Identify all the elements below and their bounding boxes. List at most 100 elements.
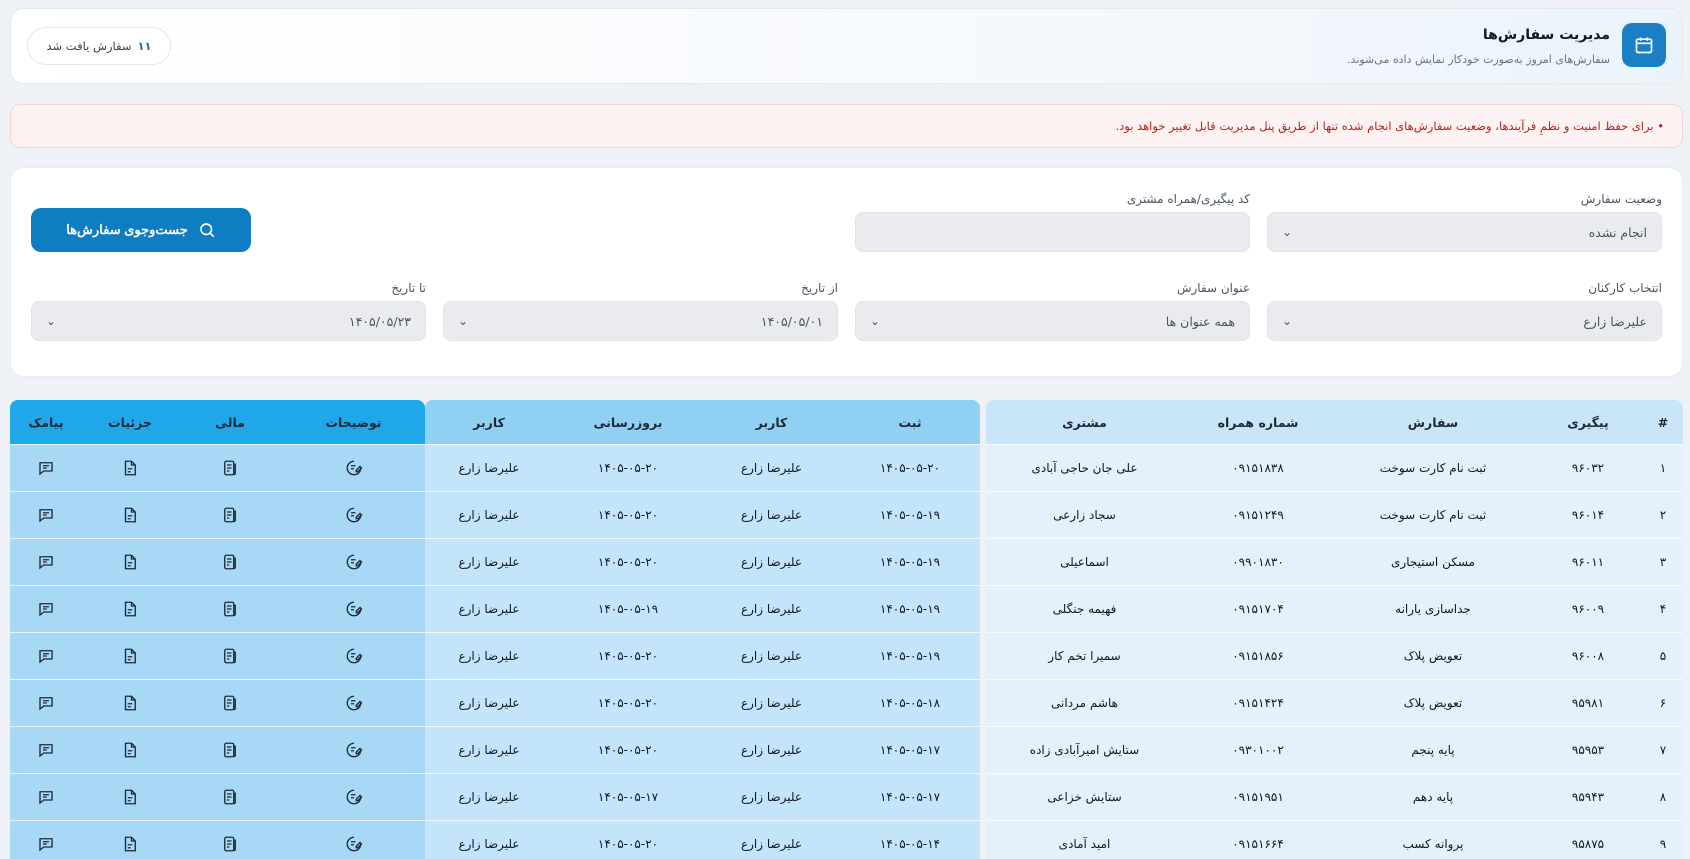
table-row: ۵ ۹۶۰۰۸ تعویض پلاک ۰۹۱۵۱۸۵۶ سمیرا تخم کار <box>986 632 1683 679</box>
receipt-icon[interactable] <box>219 551 241 573</box>
cell-action-finance <box>178 692 282 715</box>
from-date-select[interactable]: ۱۴۰۵/۰۵/۰۱ ⌄ <box>443 301 838 341</box>
col-header-customer: مشتری <box>1062 414 1107 430</box>
cell-user: علیرضا زارع <box>740 555 803 569</box>
table-row: ۱۴۰۵-۰۵-۱۹ علیرضا زارع ۱۴۰۵-۰۵-۲۰ علیرضا زا… <box>425 538 980 585</box>
message-icon[interactable] <box>35 457 57 479</box>
table-row-actions <box>10 773 425 820</box>
orders-table: # پیگیری سفارش شماره همراه مشتری ۱ ۹۶۰۳۲ ث… <box>10 400 1683 859</box>
document-icon[interactable] <box>119 598 141 620</box>
tracking-input[interactable] <box>855 212 1250 252</box>
note-edit-icon[interactable] <box>343 457 365 479</box>
cell-user2: علیرضا زارع <box>458 837 520 851</box>
col-header-user2: کاربر <box>473 414 505 430</box>
result-count-number: ۱۱ <box>137 39 152 53</box>
document-icon[interactable] <box>119 786 141 808</box>
table-row-actions <box>10 538 425 585</box>
staff-select[interactable]: علیرضا زارع ⌄ <box>1267 301 1662 341</box>
receipt-icon[interactable] <box>219 457 241 479</box>
document-icon[interactable] <box>119 692 141 714</box>
cell-order: مسکن استیجاری <box>1391 555 1475 569</box>
table-row: ۶ ۹۵۹۸۱ تعویض پلاک ۰۹۱۵۱۴۲۴ هاشم مردانی <box>986 679 1683 726</box>
receipt-icon[interactable] <box>219 598 241 620</box>
document-icon[interactable] <box>119 504 141 526</box>
table-row-actions <box>10 444 425 491</box>
cell-action-sms <box>10 551 82 574</box>
document-icon[interactable] <box>119 457 141 479</box>
message-icon[interactable] <box>35 739 57 761</box>
cell-user2: علیرضا زارع <box>458 602 520 616</box>
document-icon[interactable] <box>119 551 141 573</box>
cell-phone: ۰۹۱۵۱۴۲۴ <box>1232 696 1284 710</box>
cell-action-details <box>82 598 178 621</box>
receipt-icon[interactable] <box>219 786 241 808</box>
cell-action-finance <box>178 833 282 856</box>
table-row-actions <box>10 632 425 679</box>
note-edit-icon[interactable] <box>343 786 365 808</box>
receipt-icon[interactable] <box>219 739 241 761</box>
receipt-icon[interactable] <box>219 645 241 667</box>
message-icon[interactable] <box>35 786 57 808</box>
note-edit-icon[interactable] <box>343 551 365 573</box>
cell-updated: ۱۴۰۵-۰۵-۲۰ <box>597 461 659 475</box>
to-date-select[interactable]: ۱۴۰۵/۰۵/۲۳ ⌄ <box>31 301 426 341</box>
order-title-select-value: همه عنوان ها <box>1165 313 1235 329</box>
cell-action-finance <box>178 504 282 527</box>
cell-action-finance <box>178 645 282 668</box>
table-row: ۱ ۹۶۰۳۲ ثبت نام کارت سوخت ۰۹۱۵۱۸۳۸ علی جان ح… <box>986 444 1683 491</box>
cell-action-sms <box>10 645 82 668</box>
cell-user: علیرضا زارع <box>740 602 803 616</box>
table-header-main: # پیگیری سفارش شماره همراه مشتری <box>986 400 1683 444</box>
order-title-label: عنوان سفارش <box>1176 281 1250 295</box>
col-header-registered: ثبت <box>898 414 922 430</box>
note-edit-icon[interactable] <box>343 645 365 667</box>
document-icon[interactable] <box>119 739 141 761</box>
document-icon[interactable] <box>119 645 141 667</box>
note-edit-icon[interactable] <box>343 504 365 526</box>
order-title-select[interactable]: همه عنوان ها ⌄ <box>855 301 1250 341</box>
cell-action-sms <box>10 786 82 809</box>
message-icon[interactable] <box>35 692 57 714</box>
cell-action-details <box>82 645 178 668</box>
col-header-notes: توضیحات <box>325 414 382 430</box>
to-date-value: ۱۴۰۵/۰۵/۲۳ <box>348 313 411 329</box>
note-edit-icon[interactable] <box>343 598 365 620</box>
cell-action-finance <box>178 457 282 480</box>
search-icon <box>199 223 215 238</box>
note-edit-icon[interactable] <box>343 739 365 761</box>
cell-action-notes <box>282 645 425 668</box>
table-row: ۴ ۹۶۰۰۹ جداسازی یارانه ۰۹۱۵۱۷۰۴ فهیمه جنگلی <box>986 585 1683 632</box>
status-select[interactable]: انجام نشده ⌄ <box>1267 212 1662 252</box>
tracking-label: کد پیگیری/همراه مشتری <box>1126 192 1250 206</box>
note-edit-icon[interactable] <box>343 833 365 855</box>
search-orders-button[interactable]: جست‌وجوی سفارش‌ها <box>31 208 251 252</box>
cell-action-details <box>82 739 178 762</box>
message-icon[interactable] <box>35 551 57 573</box>
table-row: ۷ ۹۵۹۵۳ پایه پنجم ۰۹۳۰۱۰۰۲ ستایش امیرآبادی ز… <box>986 726 1683 773</box>
message-icon[interactable] <box>35 833 57 855</box>
receipt-icon[interactable] <box>219 504 241 526</box>
security-alert: • برای حفظ امنیت و نظمِ فرآیندها، وضعیت … <box>10 104 1683 148</box>
cell-action-sms <box>10 739 82 762</box>
calendar-icon <box>1622 23 1666 67</box>
cell-action-notes <box>282 457 425 480</box>
message-icon[interactable] <box>35 504 57 526</box>
cell-registered: ۱۴۰۵-۰۵-۱۸ <box>879 696 941 710</box>
cell-action-sms <box>10 504 82 527</box>
cell-user2: علیرضا زارع <box>458 461 520 475</box>
message-icon[interactable] <box>35 598 57 620</box>
note-edit-icon[interactable] <box>343 692 365 714</box>
cell-tracking: ۹۶۰۱۴ <box>1571 508 1605 522</box>
cell-action-details <box>82 833 178 856</box>
document-icon[interactable] <box>119 833 141 855</box>
receipt-icon[interactable] <box>219 833 241 855</box>
cell-i: ۷ <box>1659 743 1667 757</box>
page-subtitle: سفارش‌های امروز به‌صورت خودکار نمایش داد… <box>1347 53 1610 66</box>
receipt-icon[interactable] <box>219 692 241 714</box>
filter-panel: وضعیت سفارش انجام نشده ⌄ کد پیگیری/همراه… <box>10 167 1683 377</box>
cell-registered: ۱۴۰۵-۰۵-۱۹ <box>879 602 941 616</box>
message-icon[interactable] <box>35 645 57 667</box>
orders-main-group: # پیگیری سفارش شماره همراه مشتری ۱ ۹۶۰۳۲ ث… <box>986 400 1683 859</box>
cell-user2: علیرضا زارع <box>458 508 520 522</box>
col-header-tracking: پیگیری <box>1567 414 1609 430</box>
